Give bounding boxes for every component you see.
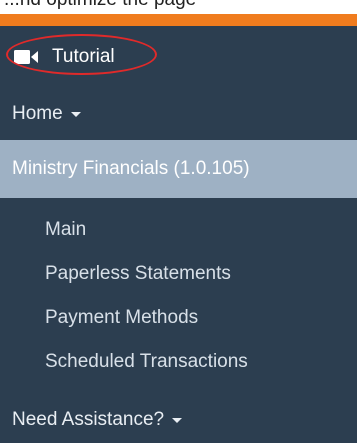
cropped-text: ...nd optimize the page (4, 0, 196, 11)
ministry-financials-label: Ministry Financials (1.0.105) (12, 158, 250, 179)
tutorial-link[interactable]: Tutorial (0, 26, 357, 88)
caret-down-icon (70, 111, 81, 117)
home-label: Home (12, 103, 63, 124)
subitem-label: Scheduled Transactions (45, 351, 248, 372)
sidebar-subitem-payment-methods[interactable]: Payment Methods (0, 296, 357, 340)
subitem-label: Paperless Statements (45, 263, 231, 284)
caret-down-icon (172, 417, 183, 423)
video-camera-icon (14, 50, 38, 64)
need-assistance-label: Need Assistance? (12, 409, 165, 430)
sidebar-item-home[interactable]: Home (0, 88, 357, 140)
orange-header-bar (0, 14, 357, 26)
subitem-label: Payment Methods (45, 307, 199, 328)
sidebar-subitem-paperless-statements[interactable]: Paperless Statements (0, 252, 357, 296)
sidebar-nav: Tutorial Home Ministry Financials (1.0.1… (0, 26, 357, 443)
top-cropped-text-strip: ...nd optimize the page (0, 0, 357, 14)
subitem-label: Main (45, 219, 87, 240)
sidebar-subitem-main[interactable]: Main (0, 208, 357, 252)
sidebar-item-ministry-financials[interactable]: Ministry Financials (1.0.105) (0, 140, 357, 198)
sidebar-item-need-assistance[interactable]: Need Assistance? (0, 397, 357, 443)
sidebar-subitem-scheduled-transactions[interactable]: Scheduled Transactions (0, 340, 357, 384)
tutorial-label: Tutorial (52, 46, 115, 67)
